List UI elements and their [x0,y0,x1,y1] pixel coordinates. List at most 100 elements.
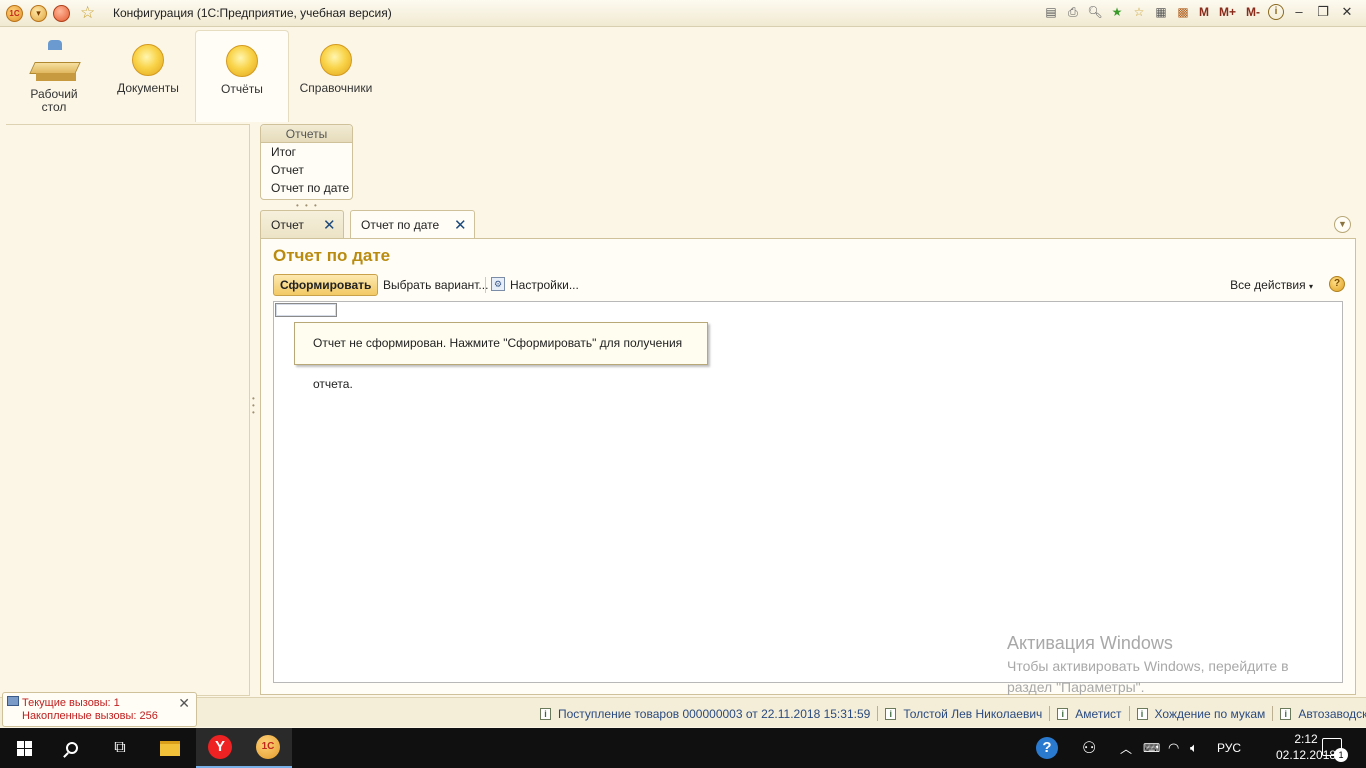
report-spreadsheet[interactable]: Отчет не сформирован. Нажмите "Сформиров… [273,301,1343,683]
settings-icon[interactable]: ⚙ [491,277,505,291]
save-icon[interactable]: ▤ [1043,4,1059,20]
start-button[interactable] [0,728,48,768]
reports-menu-resize-handle[interactable]: • • • [296,201,319,210]
notification-badge: 1 [1334,748,1348,762]
section-label: Справочники [299,81,373,95]
tab-report[interactable]: Отчет ✕ [260,210,344,238]
info-icon: i [1136,707,1148,720]
section-icon [226,45,258,77]
choose-variant-button[interactable]: Выбрать вариант... [383,278,488,292]
window-title: Конфигурация (1С:Предприятие, учебная ве… [113,6,392,20]
favorites-star-icon[interactable]: ☆ [80,3,95,23]
history-divider [1128,706,1130,721]
history-divider [1272,706,1274,721]
minimize-icon[interactable]: – [1290,4,1308,20]
section-label: Отчёты [221,82,263,96]
1c-icon: 1С [256,735,280,759]
section-catalogs[interactable]: Справочники [289,30,383,122]
all-actions-label: Все действия [1230,278,1306,292]
page-title: Отчет по дате [273,246,391,265]
history-item[interactable]: i Аметист [1057,706,1122,721]
generate-button[interactable]: Сформировать [273,274,379,296]
section-icon [320,44,352,76]
reports-menu-item[interactable]: Итог [261,143,352,161]
server-calls-icon [7,696,19,706]
left-navigation-panel [6,124,250,696]
tab-close-icon[interactable]: ✕ [454,216,467,234]
info-icon: i [540,707,551,720]
reports-menu-item[interactable]: Отчет по дате [261,179,352,197]
app-logo-text: 1С [9,9,20,18]
yandex-browser-button[interactable]: Y [196,728,244,768]
help-icon[interactable]: ? [1329,276,1345,292]
settings-button[interactable]: Настройки... [510,278,579,292]
favorites-icon[interactable]: ☆ [1131,4,1147,20]
task-view-button[interactable]: ⧉ [96,728,144,768]
history-bar: i Поступление товаров 000000003 от 22.11.… [540,706,1366,721]
file-explorer-button[interactable] [146,728,194,768]
1c-app-button[interactable]: 1С [244,728,292,768]
history-link: Поступление товаров 000000003 от 22.11.2… [558,706,871,721]
search-icon [66,742,78,754]
info-icon[interactable]: i [1268,4,1284,20]
info-icon: i [1057,707,1069,720]
all-actions-menu[interactable]: Все действия ▾ [1230,278,1313,292]
folder-icon [160,740,180,756]
volume-icon[interactable]: 🔈︎ [1190,728,1198,768]
reports-menu: Отчеты Итог Отчет Отчет по дате [260,124,353,200]
memory-button-m[interactable]: M [1197,5,1211,19]
toolbar-divider [485,277,486,293]
history-link: Автозаводская [1298,706,1366,721]
info-icon: i [885,707,897,720]
search-button[interactable] [48,728,96,768]
close-icon[interactable]: ✕ [1338,4,1356,20]
help-tray-button[interactable]: ? [1036,728,1058,768]
history-item[interactable]: i Поступление товаров 000000003 от 22.11.… [540,707,870,721]
history-divider [877,706,879,721]
tab-close-icon[interactable]: ✕ [323,216,336,234]
current-calls: Текущие вызовы: 1 [22,697,120,709]
main-menu-icon[interactable]: ▾ [30,5,47,22]
memory-button-m-plus[interactable]: M+ [1217,5,1238,19]
section-reports[interactable]: Отчёты [195,30,289,122]
section-label: Документы [117,81,179,95]
title-bar: 1С ▾ ☆ Конфигурация (1С:Предприятие, уче… [0,0,1366,27]
info-icon: i [1280,707,1292,720]
tab-report-by-date[interactable]: Отчет по дате ✕ [350,210,475,239]
favorites-add-icon[interactable]: ★ [1109,4,1125,20]
app-logo-icon[interactable]: 1С [6,5,23,22]
calendar-icon[interactable]: ▩ [1175,4,1191,20]
history-link: Толстой Лев Николаевич [903,706,1043,721]
history-item[interactable]: i Хождение по мукам [1136,707,1265,721]
panel-splitter[interactable]: • • • [252,395,256,421]
history-link: Аметист [1075,706,1122,721]
section-label: Рабочий стол [30,87,78,114]
tabs-menu-chevron-icon[interactable]: ▼ [1334,216,1351,233]
people-icon[interactable]: ⚇ [1082,728,1096,768]
section-desktop[interactable]: Рабочий стол [7,30,101,122]
chevron-up-icon[interactable]: ︿ [1120,728,1132,768]
close-icon[interactable]: ✕ [178,695,190,712]
spreadsheet-cell[interactable] [275,303,337,317]
help-icon: ? [1036,737,1058,759]
title-toolbar: ▤ ⎙ 🔍︎ ★ ☆ ▦ ▩ M M+ M- i – ❐ ✕ [1043,4,1356,20]
memory-button-m-minus[interactable]: M- [1244,5,1262,19]
wifi-icon[interactable]: ◠ [1168,728,1179,768]
history-divider [1049,706,1051,721]
restore-icon[interactable]: ❐ [1314,4,1332,20]
history-item[interactable]: i Толстой Лев Николаевич [885,707,1042,721]
language-indicator[interactable]: РУС [1217,728,1241,768]
windows-logo-icon [16,740,32,756]
section-documents[interactable]: Документы [101,30,195,122]
keyboard-icon[interactable]: ⌨ [1143,728,1160,768]
reports-menu-item[interactable]: Отчет [261,161,352,179]
accumulated-calls: Накопленные вызовы: 256 [22,710,158,722]
calculator-icon[interactable]: ▦ [1153,4,1169,20]
history-item[interactable]: i Автозаводская [1280,707,1366,721]
activation-watermark-title: Активация Windows [1007,633,1173,653]
desktop-icon [29,40,81,82]
task-view-icon: ⧉ [114,739,126,756]
print-icon[interactable]: ⎙ [1065,4,1081,20]
home-icon[interactable] [53,5,70,22]
preview-icon[interactable]: 🔍︎ [1087,4,1103,20]
